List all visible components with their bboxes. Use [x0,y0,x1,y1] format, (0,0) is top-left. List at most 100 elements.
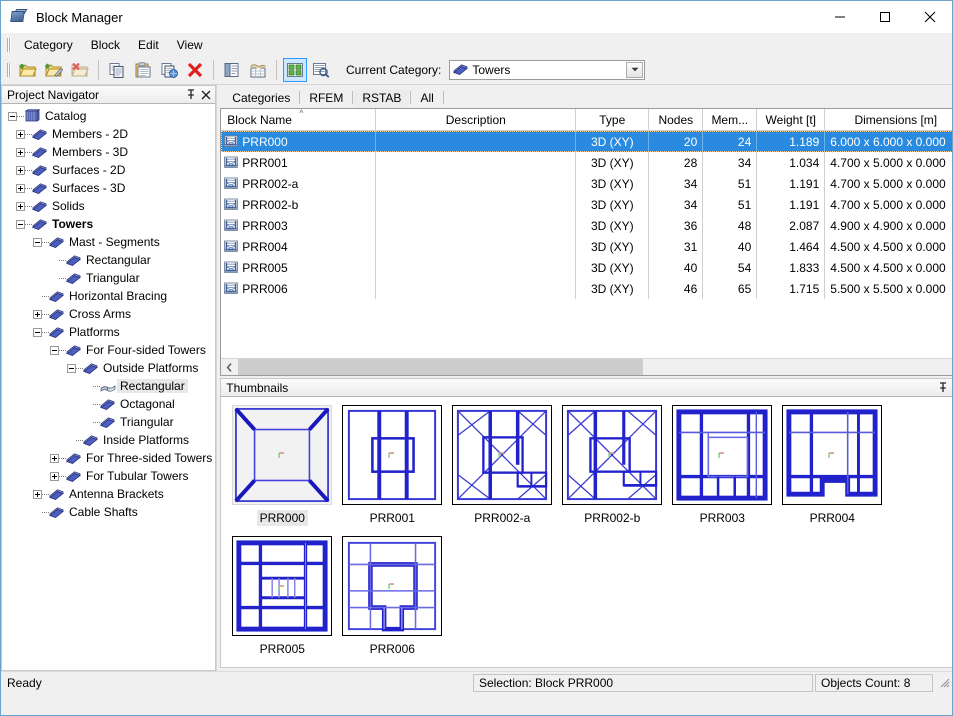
table-row[interactable]: PRR0043D (XY)31401.4644.500 x 4.500 x 0.… [221,236,953,257]
thumbnail-item[interactable]: PRR000 [227,405,337,526]
paste-icon[interactable] [131,58,155,82]
thumbnail-item[interactable]: PRR001 [337,405,447,526]
tree-expand-icon[interactable] [33,310,42,319]
tree-item-towers[interactable]: Towers [2,215,215,233]
resize-grip[interactable] [937,675,952,691]
column-header-mem[interactable]: Mem... [703,109,757,131]
duplicate-icon[interactable] [157,58,181,82]
tree-item-solids[interactable]: Solids [2,197,215,215]
current-category-combo[interactable]: Towers [449,60,645,80]
copy-icon[interactable] [105,58,129,82]
thumbnail-item[interactable]: PRR002-b [557,405,667,526]
thumbnail-item[interactable]: PRR005 [227,536,337,657]
pin-icon[interactable] [183,87,198,102]
thumbnail-item[interactable]: PRR004 [777,405,887,526]
thumbnails-grid[interactable]: PRR000PRR001PRR002-aPRR002-bPRR003PRR004… [220,397,953,668]
tree-item-rectangular[interactable]: Rectangular [2,377,215,395]
toolbar-grip[interactable] [5,62,12,78]
tree-item-octagonal[interactable]: Octagonal [2,395,215,413]
tree-item-inside-platforms[interactable]: Inside Platforms [2,431,215,449]
tree-item-triangular[interactable]: Triangular [2,269,215,287]
tree-item-triangular[interactable]: Triangular [2,413,215,431]
close-button[interactable] [907,1,952,33]
thumbnail-preview-pyramid-platform[interactable] [232,405,332,505]
table-horizontal-scrollbar[interactable] [221,358,953,375]
delete-folder-icon[interactable] [68,58,92,82]
tree-collapse-icon[interactable] [50,346,59,355]
table-row[interactable]: PRR0063D (XY)46651.7155.500 x 5.500 x 0.… [221,278,953,299]
tree-collapse-icon[interactable] [16,220,25,229]
tree-item-cross-arms[interactable]: Cross Arms [2,305,215,323]
table-body[interactable]: PRR0003D (XY)20241.1896.000 x 6.000 x 0.… [221,131,953,358]
tree-expand-icon[interactable] [16,184,25,193]
delete-icon[interactable] [183,58,207,82]
tree-expand-icon[interactable] [16,166,25,175]
tree-item-members-2d[interactable]: Members - 2D [2,125,215,143]
column-header-type[interactable]: Type [576,109,649,131]
menu-edit[interactable]: Edit [129,36,168,54]
pin-icon[interactable] [935,380,950,395]
tree-collapse-icon[interactable] [33,238,42,247]
scroll-thumb[interactable] [238,359,643,375]
column-header-nodes[interactable]: Nodes [649,109,703,131]
tree-collapse-icon[interactable] [67,364,76,373]
thumbnail-preview-grid-platform-006[interactable] [342,536,442,636]
maximize-button[interactable] [862,1,907,33]
table-row[interactable]: PRR002-b3D (XY)34511.1914.700 x 5.000 x … [221,194,953,215]
menu-grip[interactable] [5,37,12,53]
tab-all[interactable]: All [412,89,441,108]
thumbnail-preview-grid-platform-004[interactable] [782,405,882,505]
table-row[interactable]: PRR002-a3D (XY)34511.1914.700 x 5.000 x … [221,173,953,194]
tree-expand-icon[interactable] [33,490,42,499]
block-table[interactable]: Block Name^DescriptionTypeNodesMem...Wei… [220,108,953,376]
thumbnail-item[interactable]: PRR003 [667,405,777,526]
table-row[interactable]: PRR0033D (XY)36482.0874.900 x 4.900 x 0.… [221,215,953,236]
table-row[interactable]: PRR0013D (XY)28341.0344.700 x 5.000 x 0.… [221,152,953,173]
tree-collapse-icon[interactable] [8,112,17,121]
thumbnail-preview-grid-platform-005[interactable] [232,536,332,636]
tree-expand-icon[interactable] [16,202,25,211]
tree-item-antenna-brackets[interactable]: Antenna Brackets [2,485,215,503]
thumbnails-view-icon[interactable] [283,58,307,82]
menu-view[interactable]: View [168,36,212,54]
tree-item-cable-shafts[interactable]: Cable Shafts [2,503,215,521]
tree-item-for-tubular-towers[interactable]: For Tubular Towers [2,467,215,485]
column-header-block-name[interactable]: Block Name^ [221,109,376,131]
catalog-tree[interactable]: CatalogMembers - 2DMembers - 3DSurfaces … [1,104,216,671]
minimize-button[interactable] [817,1,862,33]
tree-item-mast-segments[interactable]: Mast - Segments [2,233,215,251]
chevron-down-icon[interactable] [626,62,643,78]
edit-folder-icon[interactable] [42,58,66,82]
tree-expand-icon[interactable] [50,454,59,463]
tree-item-rectangular[interactable]: Rectangular [2,251,215,269]
tree-item-outside-platforms[interactable]: Outside Platforms [2,359,215,377]
tree-collapse-icon[interactable] [33,328,42,337]
new-folder-icon[interactable] [16,58,40,82]
tab-rfem[interactable]: RFEM [301,89,351,108]
tab-categories[interactable]: Categories [224,89,298,108]
close-icon[interactable] [198,87,213,102]
thumbnail-item[interactable]: PRR006 [337,536,447,657]
scroll-track[interactable] [238,359,950,375]
import-icon[interactable] [246,58,270,82]
tree-item-for-four-sided-towers[interactable]: For Four-sided Towers [2,341,215,359]
chevron-left-icon[interactable] [221,359,238,375]
tree-expand-icon[interactable] [50,472,59,481]
properties-icon[interactable] [220,58,244,82]
menu-category[interactable]: Category [15,36,82,54]
details-view-icon[interactable] [309,58,333,82]
tree-item-surfaces-3d[interactable]: Surfaces - 3D [2,179,215,197]
tree-item-platforms[interactable]: Platforms [2,323,215,341]
table-row[interactable]: PRR0053D (XY)40541.8334.500 x 4.500 x 0.… [221,257,953,278]
tree-item-horizontal-bracing[interactable]: Horizontal Bracing [2,287,215,305]
table-row[interactable]: PRR0003D (XY)20241.1896.000 x 6.000 x 0.… [221,131,953,152]
thumbnail-preview-grid-platform-003[interactable] [672,405,772,505]
tree-expand-icon[interactable] [16,148,25,157]
thumbnail-preview-two-beam-platform[interactable] [342,405,442,505]
column-header-dimensions-m[interactable]: Dimensions [m] [825,109,953,131]
tree-item-for-three-sided-towers[interactable]: For Three-sided Towers [2,449,215,467]
column-header-description[interactable]: Description [376,109,576,131]
tree-item-members-3d[interactable]: Members - 3D [2,143,215,161]
tab-rstab[interactable]: RSTAB [354,89,409,108]
tree-expand-icon[interactable] [16,130,25,139]
